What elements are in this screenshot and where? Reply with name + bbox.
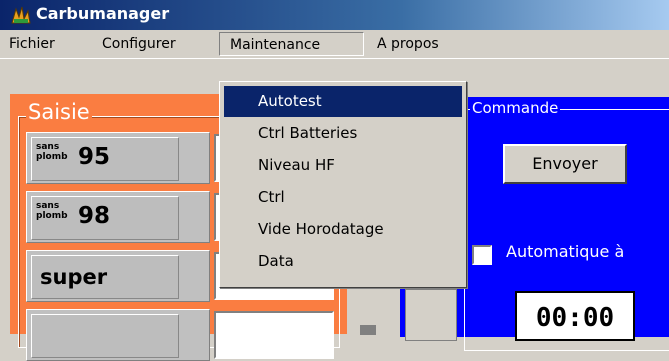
menu-item-autotest[interactable]: Autotest (224, 86, 462, 117)
fuel-pump-icon (11, 6, 31, 24)
small-checkbox[interactable] (360, 325, 376, 335)
middle-control[interactable] (405, 289, 457, 341)
fuel-row-super[interactable]: super (26, 250, 210, 302)
menu-a-propos[interactable]: A propos (371, 32, 445, 56)
menu-item-vide-horodatage[interactable]: Vide Horodatage (224, 214, 462, 245)
envoyer-button[interactable]: Envoyer (503, 144, 627, 184)
fuel-octane: 98 (78, 203, 111, 229)
time-input[interactable]: 00:00 (515, 291, 635, 341)
menu-item-niveau-hf[interactable]: Niveau HF (224, 150, 462, 181)
maintenance-dropdown: Autotest Ctrl Batteries Niveau HF Ctrl V… (219, 81, 467, 288)
automatique-label: Automatique à (506, 242, 625, 261)
menu-item-ctrl[interactable]: Ctrl (224, 182, 462, 213)
title-bar[interactable]: Carbumanager (0, 0, 669, 30)
fuel-label-4 (31, 314, 179, 358)
commande-title: Commande (470, 99, 561, 117)
automatique-checkbox[interactable] (472, 245, 492, 265)
fuel-input-4[interactable] (214, 311, 334, 359)
window-title: Carbumanager (36, 4, 170, 23)
fuel-type-small: sans plomb (36, 201, 68, 221)
fuel-type-big: super (40, 265, 108, 289)
fuel-label-sp98: sans plomb 98 (31, 196, 179, 240)
menu-item-data[interactable]: Data (224, 246, 462, 277)
fuel-type-small: sans plomb (36, 142, 68, 162)
saisie-title: Saisie (26, 100, 92, 124)
menu-configurer[interactable]: Configurer (96, 32, 182, 56)
fuel-row-4[interactable] (26, 309, 210, 361)
menu-item-ctrl-batteries[interactable]: Ctrl Batteries (224, 118, 462, 149)
menu-bar: Fichier Configurer Maintenance A propos (0, 30, 669, 59)
fuel-row-sp98[interactable]: sans plomb 98 (26, 191, 210, 243)
menu-fichier[interactable]: Fichier (3, 32, 61, 56)
fuel-row-sp95[interactable]: sans plomb 95 (26, 132, 210, 184)
fuel-label-sp95: sans plomb 95 (31, 137, 179, 181)
fuel-octane: 95 (78, 144, 111, 170)
fuel-label-super: super (31, 255, 179, 299)
menu-maintenance[interactable]: Maintenance (219, 32, 364, 56)
